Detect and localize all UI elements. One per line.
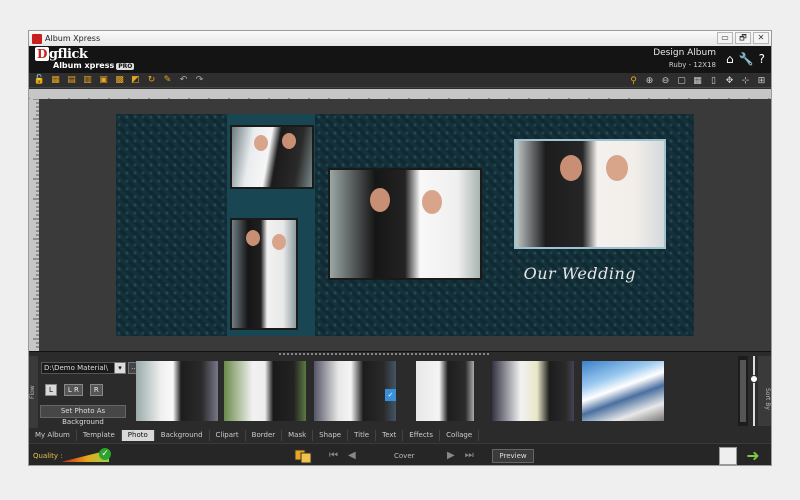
design-title: Design Album bbox=[653, 48, 716, 58]
horizontal-ruler bbox=[29, 89, 771, 99]
photo-frame-2[interactable] bbox=[230, 218, 298, 330]
header-icons: ⌂ 🔧 ? bbox=[726, 52, 765, 66]
photo-thumbnail[interactable] bbox=[224, 361, 306, 421]
restore-button[interactable]: 🗗 bbox=[735, 32, 751, 44]
folder-path-field[interactable]: D:\Demo Material\ bbox=[41, 362, 125, 374]
tab-mask[interactable]: Mask bbox=[282, 430, 314, 441]
vertical-ruler bbox=[29, 98, 39, 351]
printer-icon[interactable] bbox=[719, 447, 737, 465]
product-name: Album xpress PRO bbox=[53, 61, 135, 70]
undo-icon[interactable]: ↶ bbox=[176, 74, 191, 87]
help-icon[interactable]: ? bbox=[759, 52, 765, 66]
print-icon[interactable]: ▣ bbox=[96, 74, 111, 87]
frame-icon[interactable]: ▢ bbox=[674, 74, 689, 87]
photo-frame-4[interactable] bbox=[514, 139, 666, 249]
both-pages-button[interactable]: L R bbox=[63, 384, 83, 396]
zoom-in-icon[interactable]: ⊕ bbox=[642, 74, 657, 87]
panel-splitter[interactable] bbox=[279, 353, 489, 355]
home-icon[interactable]: ⌂ bbox=[726, 52, 734, 66]
tab-border[interactable]: Border bbox=[245, 430, 283, 441]
check-icon: ✓ bbox=[99, 448, 111, 460]
current-page-label: Cover bbox=[394, 452, 415, 460]
fit-icon[interactable]: ⊞ bbox=[754, 74, 769, 87]
app-window: Album Xpress ▭ 🗗 ✕ Dgflick Album xpress P… bbox=[28, 30, 772, 466]
set-background-button[interactable]: Set Photo As Background bbox=[40, 405, 126, 426]
tab-clipart[interactable]: Clipart bbox=[209, 430, 246, 441]
app-header: Dgflick Album xpress PRO Design Album Rub… bbox=[29, 46, 771, 73]
previous-page-icon[interactable]: ◀ bbox=[348, 450, 356, 461]
minimize-button[interactable]: ▭ bbox=[717, 32, 733, 44]
album-pages-icon[interactable] bbox=[294, 447, 312, 465]
thumbnail-size-slider[interactable] bbox=[750, 356, 758, 426]
save-icon[interactable]: ▦ bbox=[48, 74, 63, 87]
tab-shape[interactable]: Shape bbox=[313, 430, 349, 441]
photo-thumbnail[interactable] bbox=[136, 361, 218, 421]
main-toolbar: 🔓 ▦ ▤ ▥ ▣ ▩ ◩ ↻ ✎ ↶ ↷ ⚲ ⊕ ⊖ ▢ ▦ ▯ ✥ ⊹ ⊞ bbox=[29, 73, 771, 88]
quality-label: Quality : bbox=[33, 452, 63, 460]
thumbnail-scrollbar[interactable] bbox=[738, 356, 748, 426]
save-as-icon[interactable]: ▤ bbox=[64, 74, 79, 87]
album-caption[interactable]: Our Wedding bbox=[524, 264, 636, 283]
title-bar: Album Xpress ▭ 🗗 ✕ bbox=[29, 31, 771, 46]
path-dropdown-button[interactable]: ▾ bbox=[114, 362, 126, 374]
preview-button[interactable]: Preview bbox=[492, 449, 534, 463]
window-controls: ▭ 🗗 ✕ bbox=[717, 32, 769, 44]
tab-text[interactable]: Text bbox=[376, 430, 404, 441]
zoom-out-icon[interactable]: ⊖ bbox=[658, 74, 673, 87]
tab-collage[interactable]: Collage bbox=[440, 430, 480, 441]
auto-icon[interactable]: ✎ bbox=[160, 74, 175, 87]
tab-title[interactable]: Title bbox=[348, 430, 377, 441]
tab-photo[interactable]: Photo bbox=[121, 430, 155, 441]
photo-thumbnail-strip: ✓ bbox=[136, 361, 736, 423]
export-icon[interactable]: ▥ bbox=[80, 74, 95, 87]
left-page-button[interactable]: L bbox=[45, 384, 57, 396]
window-title: Album Xpress bbox=[45, 34, 101, 43]
close-button[interactable]: ✕ bbox=[753, 32, 769, 44]
panel-tabs: My Album Template Photo Background Clipart Bo… bbox=[29, 430, 480, 441]
nav-forward-group: ▶ ⏭ bbox=[447, 450, 474, 461]
album-spread[interactable]: Our Wedding bbox=[116, 114, 694, 336]
flow-label[interactable]: Flow bbox=[29, 356, 38, 428]
grid-icon[interactable]: ▦ bbox=[690, 74, 705, 87]
tab-effects[interactable]: Effects bbox=[403, 430, 441, 441]
view-tools: ⚲ ⊕ ⊖ ▢ ▦ ▯ ✥ ⊹ ⊞ bbox=[626, 74, 769, 87]
photo-frame-1[interactable] bbox=[230, 125, 314, 189]
pro-badge: PRO bbox=[116, 63, 135, 70]
next-arrow-icon[interactable]: ➜ bbox=[743, 448, 763, 464]
tab-background[interactable]: Background bbox=[154, 430, 210, 441]
last-page-icon[interactable]: ⏭ bbox=[465, 450, 474, 461]
layout-icon[interactable]: ▩ bbox=[112, 74, 127, 87]
move-icon[interactable]: ✥ bbox=[722, 74, 737, 87]
arrange-icon[interactable]: ◩ bbox=[128, 74, 143, 87]
center-icon[interactable]: ⊹ bbox=[738, 74, 753, 87]
app-icon bbox=[32, 33, 42, 44]
bottom-panel: Flow D:\Demo Material\ ▾ ... L L R R Set… bbox=[29, 351, 771, 465]
nav-back-group: ⏮ ◀ bbox=[329, 450, 356, 461]
next-page-icon[interactable]: ▶ bbox=[447, 450, 455, 461]
photo-thumbnail[interactable] bbox=[416, 361, 474, 421]
wrench-icon[interactable]: 🔧 bbox=[739, 52, 754, 66]
photo-thumbnail[interactable] bbox=[582, 361, 664, 421]
first-page-icon[interactable]: ⏮ bbox=[329, 450, 338, 461]
redo-icon[interactable]: ↷ bbox=[192, 74, 207, 87]
logo: Dgflick bbox=[35, 47, 88, 62]
tab-my-album[interactable]: My Album bbox=[29, 430, 77, 441]
right-page-button[interactable]: R bbox=[89, 384, 103, 396]
status-bar: Quality : ✓ ⏮ ◀ Cover ▶ ⏭ Preview ➜ bbox=[29, 443, 771, 465]
pointer-icon[interactable]: ⚲ bbox=[626, 74, 641, 87]
photo-thumbnail[interactable] bbox=[492, 361, 574, 421]
album-size: Ruby - 12X18 bbox=[668, 61, 716, 69]
slider-knob[interactable] bbox=[750, 375, 758, 383]
rotate-icon[interactable]: ↻ bbox=[144, 74, 159, 87]
photo-frame-3[interactable] bbox=[328, 168, 482, 280]
open-icon[interactable]: 🔓 bbox=[32, 74, 47, 87]
page-side-buttons: L L R R bbox=[45, 384, 103, 396]
columns-icon[interactable]: ▯ bbox=[706, 74, 721, 87]
tab-template[interactable]: Template bbox=[76, 430, 122, 441]
sort-by-button[interactable]: Sort By bbox=[758, 356, 771, 426]
selected-badge: ✓ bbox=[385, 389, 396, 401]
design-canvas[interactable]: Our Wedding bbox=[39, 99, 771, 351]
photo-thumbnail[interactable]: ✓ bbox=[314, 361, 396, 421]
